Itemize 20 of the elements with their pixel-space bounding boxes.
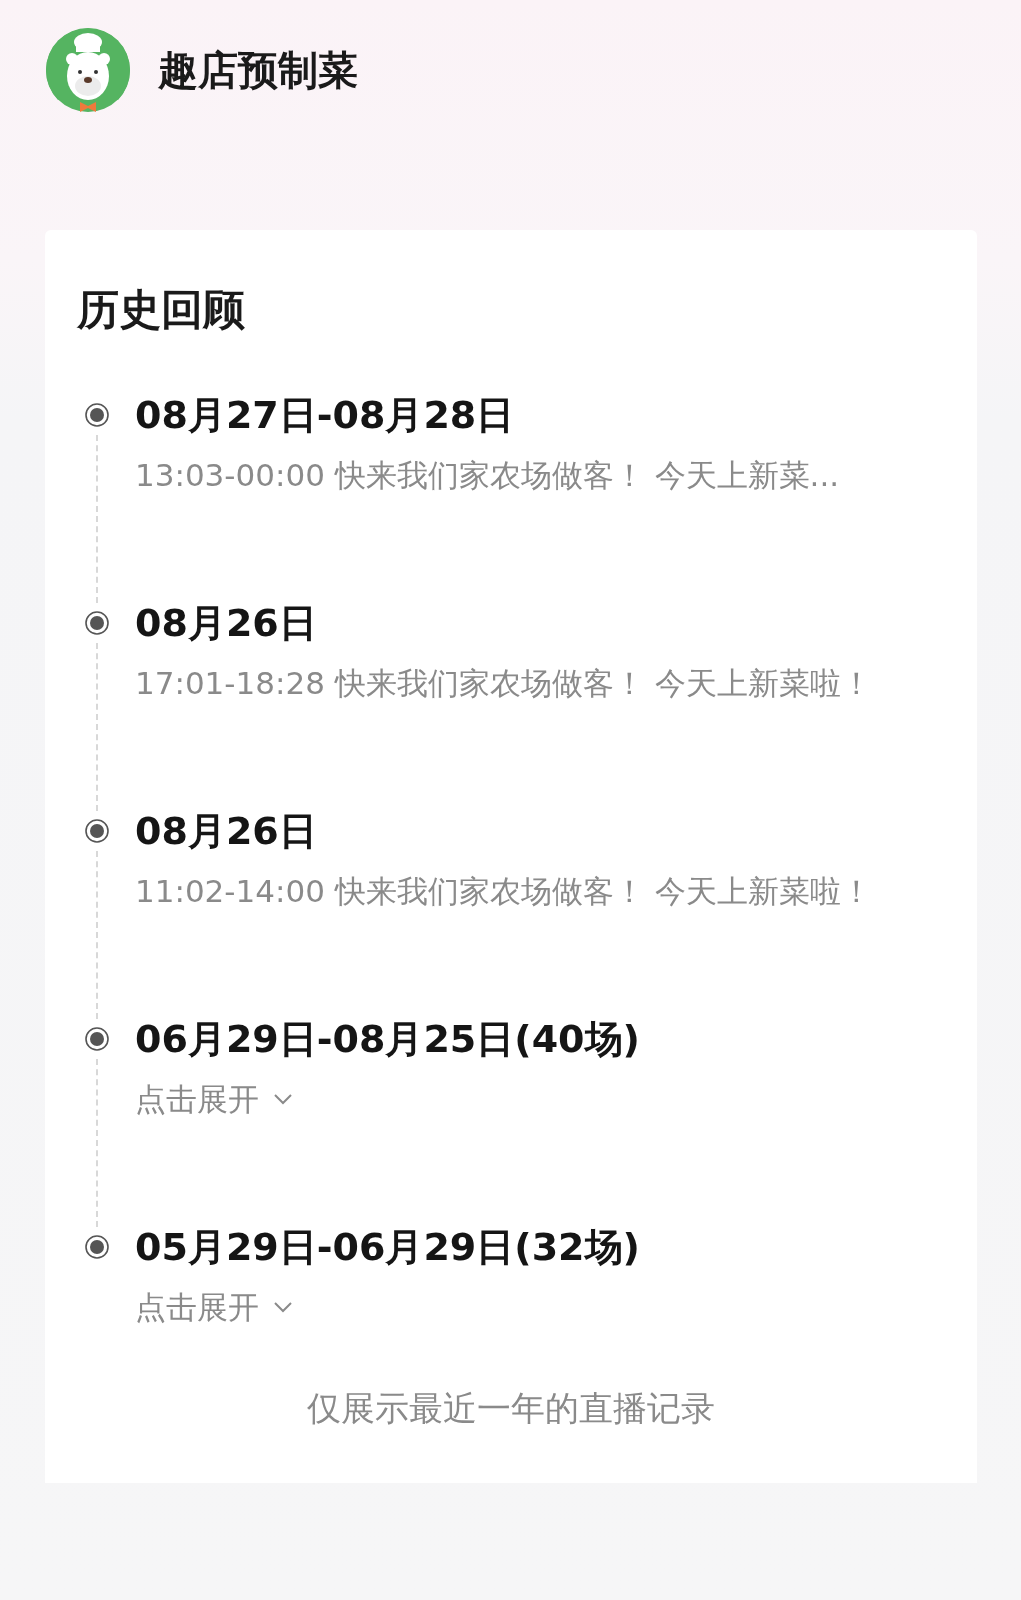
date-range: 05月29日-06月29日(32场)	[135, 1224, 640, 1271]
timeline-dot	[85, 1027, 109, 1051]
timeline-dot	[85, 819, 109, 843]
date-range: 08月27日-08月28日	[135, 392, 515, 439]
date-range: 08月26日	[135, 600, 317, 647]
timeline-dot	[85, 1235, 109, 1259]
footer-note: 仅展示最近一年的直播记录	[307, 1387, 715, 1430]
timeline-dot	[85, 611, 109, 635]
session-info: 11:02-14:00 快来我们家农场做客！ 今天上新菜啦！	[135, 872, 872, 911]
session-info: 13:03-00:00 快来我们家农场做客！ 今天上新菜...	[135, 456, 840, 495]
expand-link[interactable]: 点击展开	[135, 1078, 293, 1120]
chevron-down-icon	[273, 1301, 293, 1313]
date-range: 08月26日	[135, 808, 317, 855]
session-info: 17:01-18:28 快来我们家农场做客！ 今天上新菜啦！	[135, 664, 872, 703]
chevron-down-icon	[273, 1093, 293, 1105]
date-range: 06月29日-08月25日(40场)	[135, 1016, 640, 1063]
section-title: 历史回顾	[77, 284, 245, 336]
expand-link[interactable]: 点击展开	[135, 1286, 293, 1328]
app-title: 趣店预制菜	[158, 46, 358, 94]
timeline-dot	[85, 403, 109, 427]
